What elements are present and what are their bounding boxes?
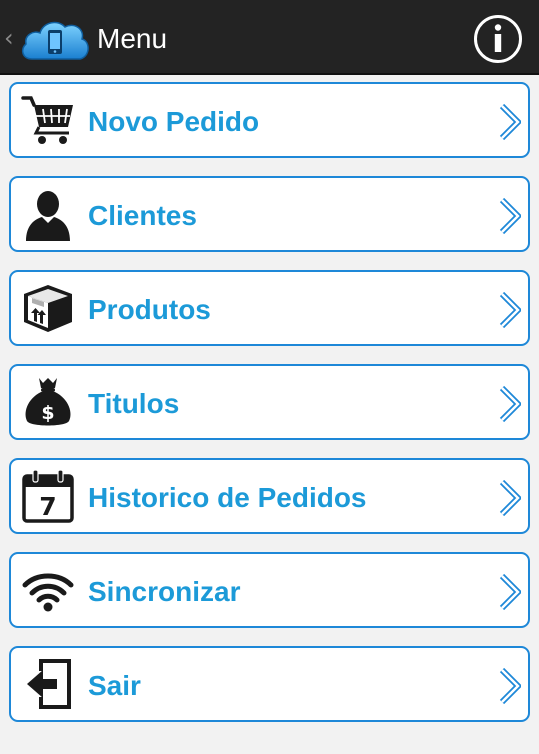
- chevron-right-icon: [499, 480, 521, 516]
- chevron-right-icon: [499, 104, 521, 140]
- menu-item-label: Sair: [88, 670, 141, 701]
- calendar-icon: 7: [22, 469, 74, 523]
- cloud-phone-icon[interactable]: [18, 13, 92, 65]
- menu-item-sair[interactable]: Sair: [9, 646, 530, 722]
- menu-item-label: Historico de Pedidos: [88, 482, 367, 513]
- menu-item-historico-de-pedidos[interactable]: 7 Historico de Pedidos: [9, 458, 530, 534]
- menu-item-novo-pedido[interactable]: Novo Pedido: [9, 82, 530, 158]
- menu-item-label: Produtos: [88, 294, 211, 325]
- menu-item-titulos[interactable]: $ Titulos: [9, 364, 530, 440]
- page-title: Menu: [97, 23, 168, 54]
- back-chevron-icon[interactable]: ‹: [4, 24, 14, 52]
- chevron-right-icon: [499, 198, 521, 234]
- money-bag-icon: $: [25, 378, 71, 426]
- chevron-right-icon: [499, 668, 521, 704]
- wifi-icon: [22, 573, 74, 612]
- chevron-right-icon: [499, 292, 521, 328]
- menu-item-label: Clientes: [88, 200, 197, 231]
- person-icon: [26, 191, 70, 241]
- box-icon: [24, 285, 72, 332]
- svg-text:7: 7: [39, 492, 56, 521]
- info-icon[interactable]: [473, 14, 523, 64]
- menu-item-sincronizar[interactable]: Sincronizar: [9, 552, 530, 628]
- logout-icon: [27, 659, 71, 709]
- menu-item-label: Titulos: [88, 388, 180, 419]
- chevron-right-icon: [499, 574, 521, 610]
- menu-item-produtos[interactable]: Produtos: [9, 270, 530, 346]
- shopping-cart-icon: [21, 96, 73, 144]
- action-bar: ‹ Menu: [0, 0, 539, 75]
- menu-item-label: Novo Pedido: [88, 106, 260, 137]
- svg-text:$: $: [41, 402, 54, 424]
- chevron-right-icon: [499, 386, 521, 422]
- menu-item-clientes[interactable]: Clientes: [9, 176, 530, 252]
- menu-item-label: Sincronizar: [88, 576, 241, 607]
